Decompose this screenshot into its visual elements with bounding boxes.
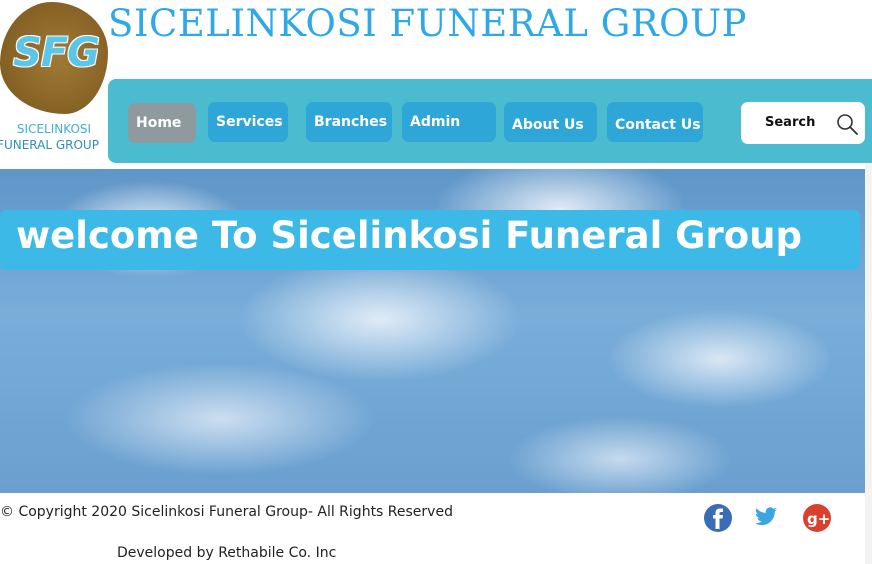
svg-text:g+: g+	[807, 510, 830, 528]
nav-about-us[interactable]: About Us	[504, 102, 597, 142]
nav-admin[interactable]: Admin	[402, 102, 496, 142]
logo-line-1: SICELINKOSI	[16, 122, 92, 136]
site-logo[interactable]: SFG SICELINKOSI FUNERAL GROUP	[0, 0, 108, 162]
copyright-text: © Copyright 2020 Sicelinkosi Funeral Gro…	[0, 504, 453, 520]
search-icon	[837, 114, 858, 135]
site-title: SICELINKOSI FUNERAL GROUP	[108, 2, 748, 45]
logo-line-2: FUNERAL GROUP	[0, 138, 99, 152]
nav-home[interactable]: Home	[128, 103, 196, 143]
logo-initials: SFG	[13, 30, 100, 76]
google-plus-icon[interactable]: g+	[802, 503, 832, 533]
page: SFG SICELINKOSI FUNERAL GROUP SICELINKOS…	[0, 0, 872, 564]
nav-branches[interactable]: Branches	[306, 102, 392, 142]
search-button[interactable]: Search	[741, 102, 865, 144]
facebook-icon[interactable]	[703, 503, 733, 533]
nav-services[interactable]: Services	[208, 102, 288, 142]
welcome-heading: welcome To Sicelinkosi Funeral Group	[16, 214, 802, 257]
developer-credit: Developed by Rethabile Co. Inc	[117, 545, 337, 561]
page-edge	[865, 163, 872, 564]
search-label: Search	[765, 115, 816, 130]
welcome-banner: welcome To Sicelinkosi Funeral Group	[0, 210, 860, 270]
main-navigation: Home Services Branches Admin About Us Co…	[108, 79, 872, 163]
twitter-icon[interactable]	[751, 501, 781, 531]
nav-contact-us[interactable]: Contact Us	[607, 102, 703, 142]
